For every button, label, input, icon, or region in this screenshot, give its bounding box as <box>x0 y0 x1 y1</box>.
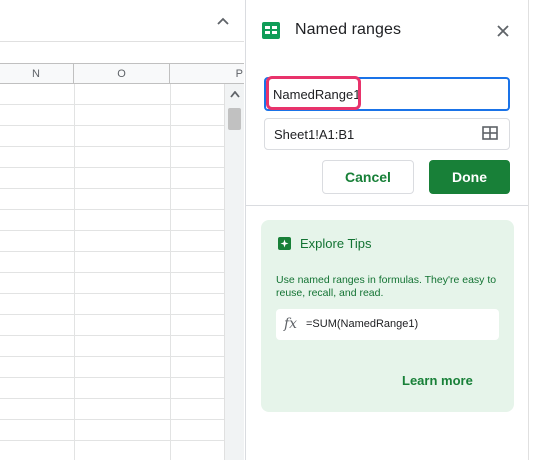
formula-example: fx =SUM(NamedRange1) <box>276 309 499 340</box>
learn-more-link[interactable]: Learn more <box>402 373 473 388</box>
grid-row[interactable] <box>0 315 224 336</box>
grid-row[interactable] <box>0 294 224 315</box>
sheet-topbar <box>0 0 244 42</box>
column-header-n[interactable]: N <box>0 64 74 83</box>
grid-line <box>74 84 75 460</box>
explore-tips-icon <box>278 237 291 250</box>
grid-row[interactable] <box>0 210 224 231</box>
panel-header: Named ranges <box>246 0 529 62</box>
grid-row[interactable] <box>0 357 224 378</box>
tips-description: Use named ranges in formulas. They're ea… <box>276 274 497 299</box>
grid-row[interactable] <box>0 231 224 252</box>
spreadsheet-area: N O P <box>0 0 244 460</box>
grid-row[interactable] <box>0 273 224 294</box>
explore-tips-card: Explore Tips Use named ranges in formula… <box>261 220 514 412</box>
cancel-button[interactable]: Cancel <box>322 160 414 194</box>
scrollbar-thumb[interactable] <box>228 108 241 130</box>
named-ranges-panel: Named ranges Cancel Done Explore Tips Us… <box>245 0 529 460</box>
right-edge-strip <box>528 0 547 460</box>
column-header-o[interactable]: O <box>74 64 170 83</box>
grid-row[interactable] <box>0 420 224 441</box>
range-reference-input[interactable] <box>264 118 510 150</box>
cell-grid[interactable] <box>0 84 224 460</box>
divider <box>246 205 529 206</box>
grid-row[interactable] <box>0 105 224 126</box>
select-range-grid-icon[interactable] <box>482 126 498 140</box>
range-name-input[interactable] <box>264 77 510 111</box>
column-header-p[interactable]: P <box>170 64 244 83</box>
grid-row[interactable] <box>0 336 224 357</box>
grid-row[interactable] <box>0 441 224 460</box>
grid-row[interactable] <box>0 252 224 273</box>
panel-title: Named ranges <box>295 21 402 38</box>
grid-row[interactable] <box>0 126 224 147</box>
column-header-row: N O P <box>0 63 244 84</box>
explore-tips-title: Explore Tips <box>300 236 372 251</box>
grid-row[interactable] <box>0 378 224 399</box>
grid-row[interactable] <box>0 84 224 105</box>
grid-row[interactable] <box>0 189 224 210</box>
chevron-up-icon[interactable] <box>214 12 232 30</box>
grid-row[interactable] <box>0 147 224 168</box>
fx-icon: fx <box>284 316 298 332</box>
grid-line <box>170 84 171 460</box>
close-icon[interactable] <box>491 19 515 43</box>
formula-text: =SUM(NamedRange1) <box>306 318 419 330</box>
sheets-icon <box>262 22 280 39</box>
vertical-scrollbar[interactable] <box>224 84 244 460</box>
done-button[interactable]: Done <box>429 160 510 194</box>
grid-row[interactable] <box>0 168 224 189</box>
triangle-up-icon[interactable] <box>225 84 244 104</box>
grid-row[interactable] <box>0 399 224 420</box>
